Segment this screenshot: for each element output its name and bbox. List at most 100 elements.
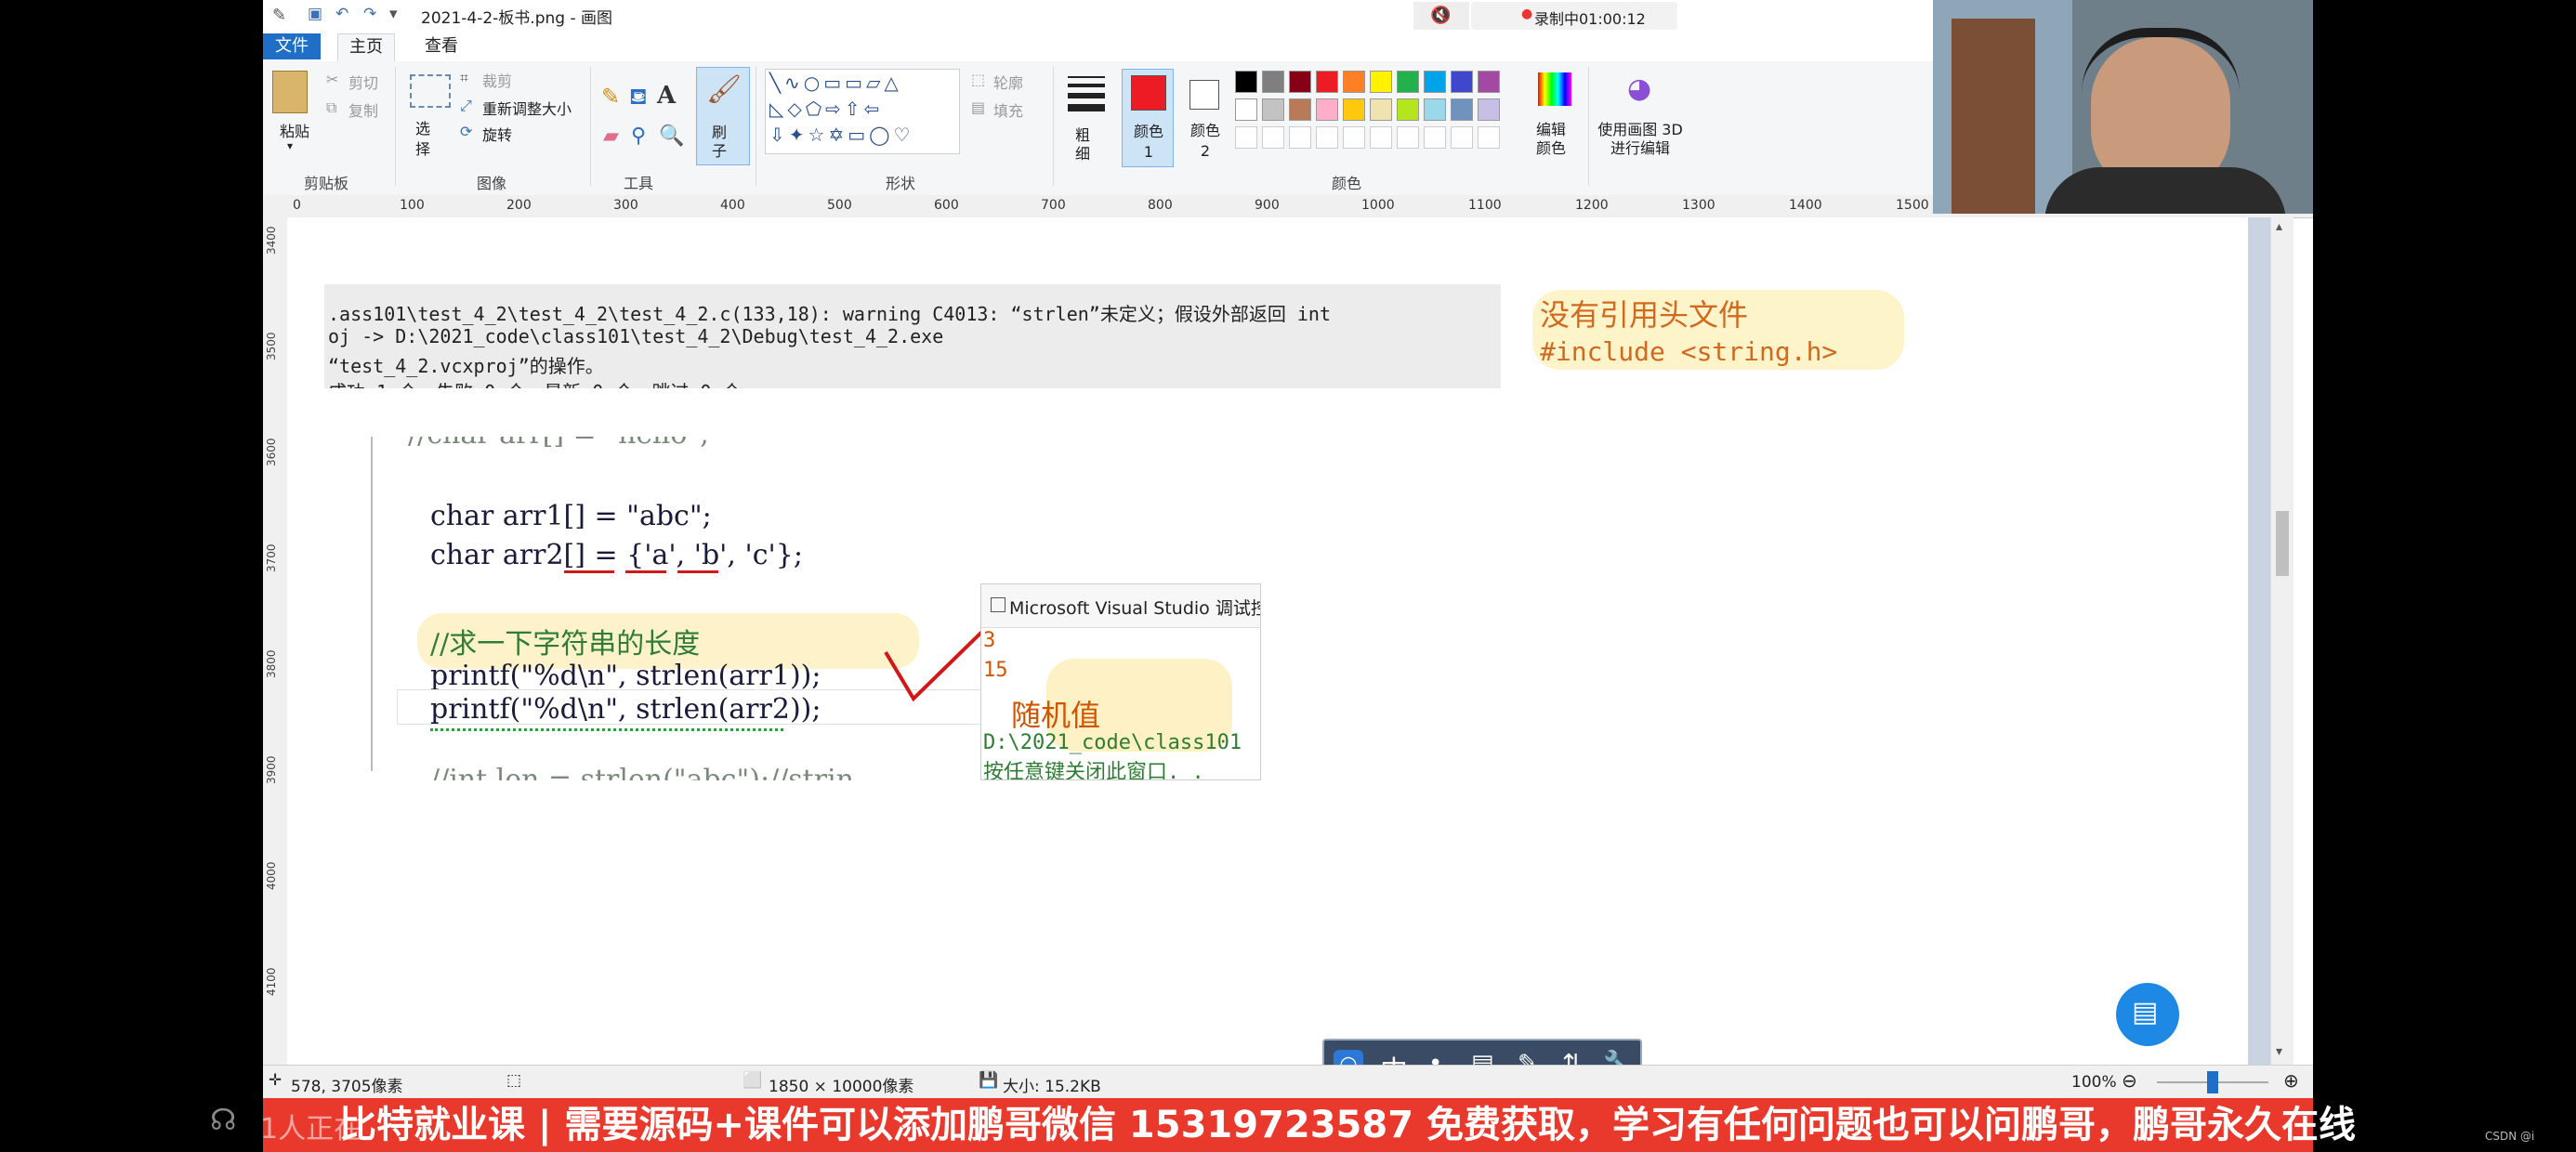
palette-swatch[interactable] — [1397, 71, 1419, 93]
ruler-tick-label: 400 — [720, 198, 745, 213]
text-tool-icon[interactable]: A — [657, 82, 676, 110]
palette-swatch[interactable] — [1316, 98, 1338, 121]
rotate-icon[interactable]: ⟳ — [460, 123, 472, 140]
ruler-tick-label: 300 — [613, 198, 638, 213]
zoom-slider-thumb[interactable] — [2207, 1071, 2218, 1093]
outline-icon[interactable]: ⬚ — [971, 71, 985, 88]
code-line-bottom: //int len = strlen("abc");//strin — [430, 764, 854, 780]
color2-label: 颜色 2 — [1189, 122, 1220, 160]
presenter-shoulders — [2044, 167, 2286, 214]
palette-swatch[interactable] — [1397, 98, 1419, 121]
viewers-icon: ☊ — [210, 1102, 237, 1137]
undo-icon[interactable]: ↶ — [335, 5, 348, 23]
build-output-line: 成功 1 个，失败 0 个，最新 0 个，跳过 0 个 =========== — [328, 377, 875, 388]
palette-swatch[interactable] — [1478, 98, 1500, 121]
paint3d-icon: ◕ — [1627, 72, 1652, 105]
scroll-thumb[interactable] — [2276, 511, 2289, 576]
palette-swatch[interactable] — [1343, 98, 1365, 121]
palette-swatch-empty[interactable] — [1370, 126, 1392, 149]
palette-swatch[interactable] — [1235, 98, 1257, 121]
palette-swatch-empty[interactable] — [1235, 126, 1257, 149]
recording-text: 录制中01:00:12 — [1534, 10, 1646, 28]
mute-icon[interactable]: 🔇 — [1413, 2, 1469, 30]
redo-icon[interactable]: ↷ — [363, 5, 376, 23]
qat-dropdown-icon[interactable]: ▾ — [389, 5, 398, 23]
ruler-tick-label: 1000 — [1361, 198, 1395, 213]
resize-icon[interactable]: ⤢ — [460, 97, 472, 115]
palette-swatch-empty[interactable] — [1397, 126, 1419, 149]
palette-swatch[interactable] — [1262, 71, 1284, 93]
resize-button[interactable]: 重新调整大小 — [482, 97, 572, 119]
palette-swatch-empty[interactable] — [1262, 126, 1284, 149]
palette-swatch[interactable] — [1289, 71, 1311, 93]
palette-swatch[interactable] — [1316, 71, 1338, 93]
color1-button[interactable]: 颜色 1 — [1122, 69, 1174, 167]
palette-swatch-empty[interactable] — [1343, 126, 1365, 149]
cut-button[interactable]: 剪切 — [348, 71, 378, 93]
eraser-icon[interactable]: ▰ — [603, 124, 619, 148]
drawing-canvas[interactable]: .ass101\test_4_2\test_4_2\test_4_2.c(133… — [287, 217, 2248, 1065]
select-button[interactable]: 选择 — [415, 119, 434, 160]
tab-file[interactable]: 文件 — [263, 33, 321, 59]
palette-swatch-empty[interactable] — [1451, 126, 1473, 149]
paste-button[interactable]: 粘贴 — [280, 119, 309, 141]
crop-button[interactable]: 裁剪 — [482, 69, 512, 91]
vertical-scrollbar[interactable]: ▴ ▾ — [2270, 217, 2293, 1065]
red-underline — [564, 570, 614, 573]
palette-swatch-empty[interactable] — [1289, 126, 1311, 149]
color-picker-icon[interactable]: ⚲ — [631, 124, 646, 148]
build-output-line: .ass101\test_4_2\test_4_2\test_4_2.c(133… — [328, 303, 1331, 325]
cut-icon[interactable]: ✂ — [326, 71, 338, 88]
build-output-line: “test_4_2.vcxproj”的操作。 — [328, 355, 604, 377]
squiggle-underline — [430, 725, 783, 731]
zoom-out-icon[interactable]: ⊖ — [2122, 1069, 2137, 1092]
tab-home[interactable]: 主页 — [337, 33, 395, 62]
select-icon[interactable] — [410, 74, 451, 108]
copy-button[interactable]: 复制 — [348, 98, 378, 121]
chat-fab[interactable]: ▤ — [2116, 983, 2179, 1046]
palette-swatch[interactable] — [1262, 98, 1284, 121]
size-button[interactable]: 粗细 — [1062, 69, 1111, 165]
viewers-count: 1人正在 — [260, 1113, 362, 1145]
palette-swatch[interactable] — [1451, 98, 1473, 121]
edit-colors-button[interactable]: 编辑颜色 — [1527, 69, 1583, 165]
note-include-directive: #include <string.h> — [1540, 336, 1838, 367]
palette-swatch[interactable] — [1370, 98, 1392, 121]
red-underline — [625, 570, 666, 573]
save-icon[interactable]: ▣ — [308, 5, 322, 23]
color1-swatch — [1131, 75, 1166, 111]
pencil-icon[interactable]: ✎ — [601, 84, 620, 110]
rotate-button[interactable]: 旋转 — [482, 123, 512, 145]
palette-swatch[interactable] — [1424, 98, 1446, 121]
paint3d-button[interactable]: ◕ 使用画图 3D 进行编辑 — [1594, 69, 1687, 165]
palette-swatch[interactable] — [1370, 71, 1392, 93]
image-dimensions: 1850 × 10000像素 — [769, 1078, 914, 1096]
fill-icon[interactable]: ▤ — [971, 98, 985, 116]
outline-button[interactable]: 轮廓 — [993, 71, 1023, 93]
zoom-in-icon[interactable]: ⊕ — [2283, 1069, 2299, 1092]
group-label-shapes: 形状 — [886, 175, 916, 192]
copy-icon[interactable]: ⧉ — [326, 98, 336, 117]
scroll-up-icon[interactable]: ▴ — [2276, 219, 2282, 234]
crop-icon[interactable]: ⌗ — [460, 69, 468, 87]
palette-swatch[interactable] — [1343, 71, 1365, 93]
magnifier-icon[interactable]: 🔍 — [659, 124, 684, 148]
color2-button[interactable]: 颜色 2 — [1179, 69, 1229, 165]
palette-swatch[interactable] — [1451, 71, 1473, 93]
scroll-down-icon[interactable]: ▾ — [2276, 1044, 2282, 1059]
brush-button[interactable]: 🖌 刷子 — [696, 67, 750, 165]
shapes-gallery[interactable]: ╲∿○▭▭▱△ ◺◇⬠⇨⇧⇦ ⇩✦☆✡▭◯♡ — [765, 69, 960, 154]
red-checkmark — [884, 621, 993, 702]
ruler-tick-label: 200 — [506, 198, 532, 213]
palette-swatch[interactable] — [1235, 71, 1257, 93]
palette-swatch[interactable] — [1478, 71, 1500, 93]
palette-swatch-empty[interactable] — [1424, 126, 1446, 149]
palette-swatch-empty[interactable] — [1316, 126, 1338, 149]
palette-swatch-empty[interactable] — [1478, 126, 1500, 149]
tab-view[interactable]: 查看 — [414, 33, 469, 59]
palette-swatch[interactable] — [1424, 71, 1446, 93]
fill-bucket-icon[interactable]: ⛾ — [629, 84, 648, 112]
paste-icon[interactable] — [272, 71, 308, 113]
fill-button[interactable]: 填充 — [993, 98, 1023, 121]
palette-swatch[interactable] — [1289, 98, 1311, 121]
